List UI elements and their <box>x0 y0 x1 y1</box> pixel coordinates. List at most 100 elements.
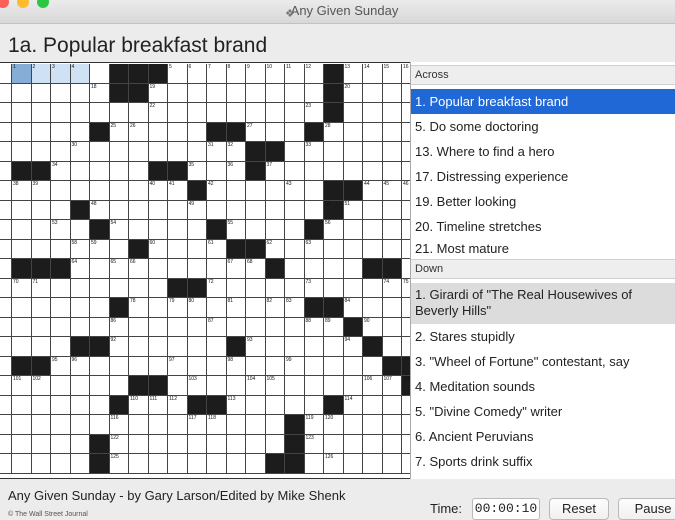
grid-cell[interactable] <box>285 278 305 298</box>
grid-cell[interactable] <box>70 122 90 142</box>
grid-cell[interactable] <box>226 454 246 474</box>
grid-cell[interactable] <box>168 220 188 240</box>
grid-cell[interactable] <box>304 395 324 415</box>
clue-item[interactable]: 5. Do some doctoring <box>411 114 675 139</box>
grid-cell[interactable] <box>51 376 71 396</box>
grid-cell[interactable] <box>0 395 12 415</box>
grid-cell[interactable] <box>168 337 188 357</box>
grid-cell[interactable]: 18 <box>90 83 110 103</box>
grid-cell[interactable] <box>324 278 344 298</box>
grid-cell[interactable]: 65 <box>109 259 129 279</box>
grid-cell[interactable] <box>0 122 12 142</box>
grid-cell[interactable] <box>343 415 363 435</box>
grid-cell[interactable] <box>0 337 12 357</box>
grid-cell[interactable]: 105 <box>265 376 285 396</box>
grid-cell[interactable] <box>402 200 410 220</box>
grid-cell[interactable] <box>207 298 227 318</box>
grid-cell[interactable] <box>51 278 71 298</box>
grid-cell[interactable] <box>0 181 12 201</box>
grid-cell[interactable] <box>382 337 402 357</box>
grid-cell[interactable]: 40 <box>148 181 168 201</box>
grid-cell[interactable]: 81 <box>226 298 246 318</box>
grid-cell[interactable] <box>109 161 129 181</box>
grid-cell[interactable]: 112 <box>168 395 188 415</box>
grid-cell[interactable]: 111 <box>148 395 168 415</box>
grid-cell[interactable] <box>109 376 129 396</box>
grid-cell[interactable] <box>90 317 110 337</box>
grid-cell[interactable] <box>226 376 246 396</box>
grid-cell[interactable]: 119 <box>304 415 324 435</box>
grid-cell[interactable] <box>187 454 207 474</box>
grid-cell[interactable] <box>12 337 32 357</box>
grid-cell[interactable] <box>324 356 344 376</box>
grid-cell[interactable]: 32 <box>226 142 246 162</box>
grid-cell[interactable] <box>109 103 129 123</box>
grid-cell[interactable] <box>129 415 149 435</box>
grid-cell[interactable] <box>168 454 188 474</box>
clue-item[interactable]: 4. Meditation sounds <box>411 374 675 399</box>
grid-cell[interactable] <box>402 415 410 435</box>
grid-cell[interactable] <box>51 337 71 357</box>
grid-cell[interactable]: 11 <box>285 64 305 84</box>
grid-cell[interactable] <box>363 122 383 142</box>
grid-cell[interactable] <box>402 317 410 337</box>
grid-cell[interactable] <box>31 200 51 220</box>
grid-cell[interactable]: 94 <box>343 337 363 357</box>
grid-cell[interactable] <box>207 356 227 376</box>
grid-cell[interactable]: 97 <box>168 356 188 376</box>
grid-cell[interactable]: 103 <box>187 376 207 396</box>
grid-cell[interactable] <box>168 142 188 162</box>
grid-cell[interactable] <box>246 434 266 454</box>
grid-cell[interactable]: 1 <box>12 64 32 84</box>
grid-cell[interactable] <box>343 161 363 181</box>
grid-cell[interactable] <box>246 103 266 123</box>
grid-cell[interactable] <box>12 395 32 415</box>
grid-cell[interactable]: 113 <box>226 395 246 415</box>
grid-cell[interactable] <box>0 376 12 396</box>
grid-cell[interactable] <box>207 259 227 279</box>
grid-cell[interactable] <box>12 220 32 240</box>
grid-cell[interactable] <box>0 259 12 279</box>
grid-cell[interactable] <box>402 434 410 454</box>
grid-cell[interactable] <box>402 454 410 474</box>
grid-cell[interactable] <box>129 454 149 474</box>
grid-cell[interactable] <box>265 317 285 337</box>
grid-cell[interactable] <box>246 454 266 474</box>
grid-cell[interactable] <box>31 337 51 357</box>
grid-cell[interactable] <box>343 142 363 162</box>
grid-cell[interactable] <box>382 454 402 474</box>
grid-cell[interactable] <box>31 83 51 103</box>
grid-cell[interactable] <box>187 142 207 162</box>
grid-cell[interactable] <box>70 278 90 298</box>
grid-cell[interactable] <box>0 356 12 376</box>
grid-cell[interactable] <box>129 356 149 376</box>
grid-cell[interactable] <box>207 434 227 454</box>
grid-cell[interactable] <box>129 103 149 123</box>
grid-cell[interactable] <box>382 161 402 181</box>
grid-cell[interactable] <box>324 434 344 454</box>
grid-cell[interactable]: 53 <box>51 220 71 240</box>
grid-cell[interactable]: 30 <box>70 142 90 162</box>
grid-cell[interactable] <box>187 220 207 240</box>
grid-cell[interactable]: 67 <box>226 259 246 279</box>
grid-cell[interactable]: 83 <box>285 298 305 318</box>
grid-cell[interactable] <box>0 103 12 123</box>
grid-cell[interactable] <box>207 103 227 123</box>
grid-cell[interactable] <box>70 220 90 240</box>
grid-cell[interactable] <box>304 356 324 376</box>
grid-cell[interactable] <box>148 337 168 357</box>
grid-cell[interactable] <box>90 376 110 396</box>
grid-cell[interactable] <box>324 161 344 181</box>
grid-cell[interactable] <box>363 434 383 454</box>
grid-cell[interactable] <box>109 278 129 298</box>
grid-cell[interactable] <box>148 356 168 376</box>
grid-cell[interactable] <box>129 200 149 220</box>
clue-item[interactable]: 13. Where to find a hero <box>411 139 675 164</box>
grid-cell[interactable] <box>207 337 227 357</box>
grid-cell[interactable] <box>226 434 246 454</box>
grid-cell[interactable] <box>109 142 129 162</box>
grid-cell[interactable] <box>343 220 363 240</box>
grid-cell[interactable]: 9 <box>246 64 266 84</box>
grid-cell[interactable] <box>12 454 32 474</box>
grid-cell[interactable]: 51 <box>343 200 363 220</box>
